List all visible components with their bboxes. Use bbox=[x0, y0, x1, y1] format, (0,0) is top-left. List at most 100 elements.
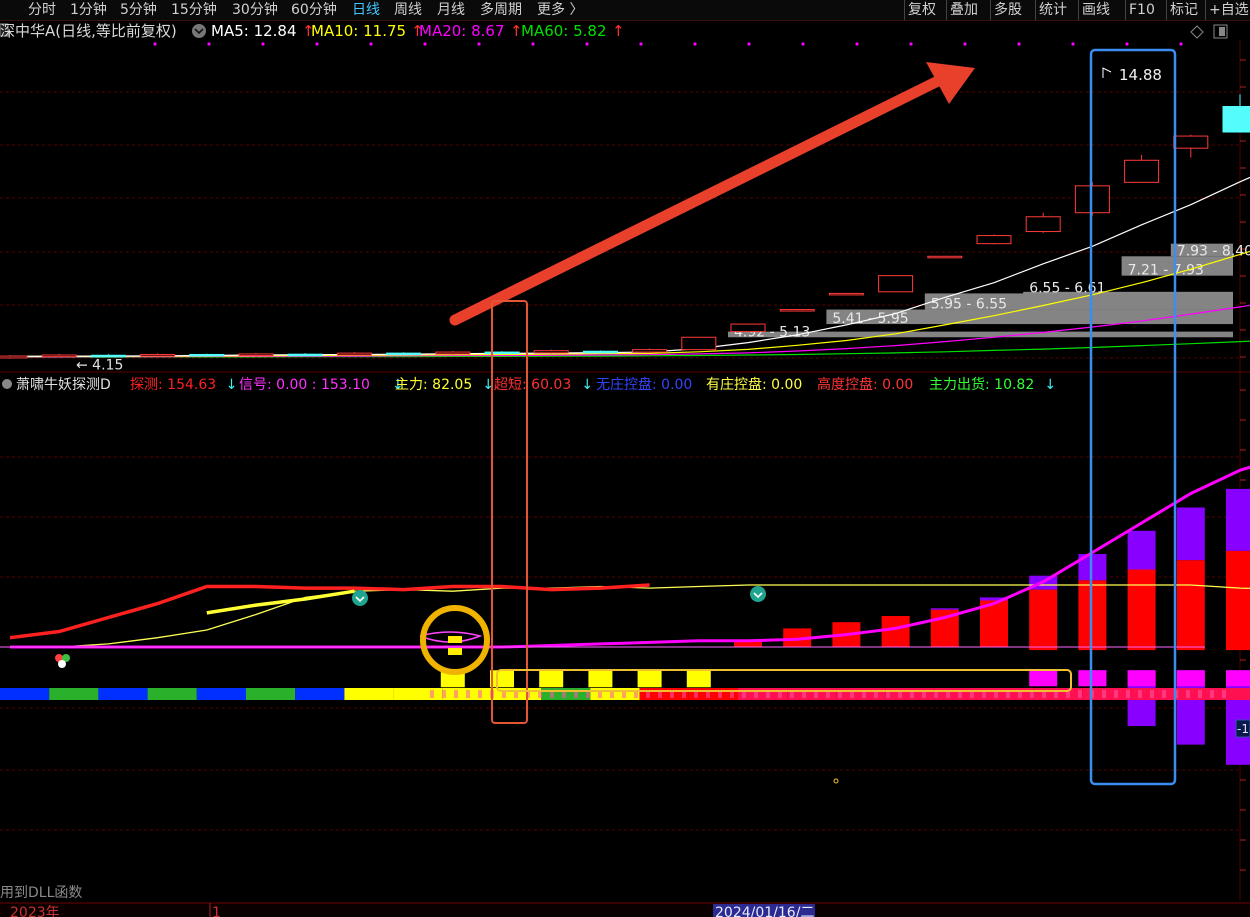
strip-tick bbox=[1150, 690, 1154, 698]
status-strip-cell bbox=[196, 688, 246, 700]
candle bbox=[140, 353, 176, 357]
cluster-dot-icon bbox=[58, 660, 66, 668]
marker-dot bbox=[153, 42, 157, 46]
marker-dot bbox=[315, 42, 319, 46]
indicator-bar-mid bbox=[1078, 580, 1107, 651]
indicator-bar-yellow bbox=[588, 670, 613, 688]
status-strip-cell bbox=[98, 688, 148, 700]
indicator-value-3: 超短: 60.03 bbox=[494, 377, 571, 393]
strip-tick bbox=[1126, 690, 1130, 698]
candle bbox=[435, 351, 471, 355]
marker-dot bbox=[1125, 42, 1129, 46]
gap-label: 5.95 - 6.55 bbox=[931, 297, 1007, 313]
candle bbox=[336, 352, 372, 356]
indicator-value-6: 高度控盘: 0.00 bbox=[817, 376, 913, 393]
ma-indicator-ma5: MA5: 12.84 bbox=[211, 22, 297, 40]
marker-dot bbox=[693, 42, 697, 46]
strip-tick bbox=[1162, 690, 1166, 698]
indicator-bar-yellow bbox=[637, 670, 662, 688]
candle bbox=[976, 235, 1012, 245]
marker-dot bbox=[261, 42, 265, 46]
indicator-bar-yellow bbox=[686, 670, 711, 688]
marker-dot bbox=[207, 42, 211, 46]
indicator-dot-icon bbox=[2, 379, 12, 389]
trend-arrow-shaft bbox=[449, 74, 946, 326]
indicator-bar-mid bbox=[1176, 560, 1205, 651]
down-arrow-icon: ↓ bbox=[226, 377, 238, 393]
candle bbox=[533, 350, 569, 354]
candle bbox=[927, 255, 963, 259]
candle bbox=[189, 353, 225, 357]
candle bbox=[1173, 135, 1209, 149]
status-strip-cell bbox=[590, 688, 640, 700]
highlight-mark bbox=[448, 636, 462, 643]
indicator-bar-mid bbox=[1226, 550, 1250, 651]
indicator-value-7: 主力出货: 10.82 bbox=[929, 376, 1034, 393]
marker-dot bbox=[477, 42, 481, 46]
indicator-bar-magenta bbox=[1127, 670, 1156, 687]
status-strip-cell bbox=[295, 688, 345, 700]
ma-indicator-ma60: MA60: 5.82 bbox=[521, 22, 607, 40]
marker-dot bbox=[855, 42, 859, 46]
strip-tick bbox=[1138, 690, 1142, 698]
dropdown-icon[interactable] bbox=[192, 24, 206, 38]
strip-tick bbox=[1198, 690, 1202, 698]
status-strip-cell bbox=[393, 688, 443, 700]
strip-tick bbox=[1078, 690, 1082, 698]
flag-icon bbox=[1102, 67, 1112, 78]
diamond-icon[interactable] bbox=[1190, 25, 1204, 39]
indicator-bar-mid bbox=[1029, 589, 1058, 651]
status-strip-cell bbox=[147, 688, 197, 700]
orange-annotation-box bbox=[491, 300, 528, 724]
candle bbox=[779, 309, 815, 312]
indicator-bar-yellow bbox=[490, 670, 514, 688]
strip-tick bbox=[478, 690, 482, 698]
status-strip-cell bbox=[49, 688, 99, 700]
strip-tick bbox=[1114, 690, 1118, 698]
marker-dot bbox=[909, 42, 913, 46]
tanche-line bbox=[9, 583, 650, 640]
teal-marker-icon bbox=[750, 586, 766, 602]
candle bbox=[386, 352, 422, 356]
strip-tick bbox=[430, 690, 434, 698]
zhuli-segment bbox=[206, 589, 355, 615]
teal-marker-icon bbox=[352, 590, 368, 606]
indicator-bar-yellow bbox=[539, 670, 564, 688]
marker-dot bbox=[423, 42, 427, 46]
indicator-bar-mid bbox=[881, 616, 910, 647]
down-arrow-icon: ↓ bbox=[1044, 377, 1056, 393]
indicator-value-5: 有庄控盘: 0.00 bbox=[706, 376, 802, 393]
indicator-bar-top bbox=[1226, 488, 1250, 551]
candle bbox=[0, 355, 28, 359]
high-price-label: 14.88 bbox=[1119, 66, 1162, 84]
candle bbox=[484, 351, 520, 355]
strip-tick bbox=[1102, 690, 1106, 698]
indicator-value-2: 主力: 82.05 bbox=[395, 377, 472, 393]
signal-line bbox=[10, 465, 1250, 649]
candle bbox=[681, 336, 717, 351]
candle bbox=[41, 354, 77, 358]
marker-dot bbox=[747, 42, 751, 46]
low-price-label: ← 4.15 bbox=[76, 357, 123, 373]
mid-label: 1 bbox=[212, 905, 221, 917]
status-strip-cell bbox=[836, 688, 886, 700]
indicator-bar-magenta bbox=[1029, 670, 1058, 687]
baseline-yellow-line bbox=[10, 584, 1250, 648]
candle bbox=[1074, 185, 1110, 214]
indicator-value-1: 信号: 0.00 : 153.10 bbox=[239, 377, 370, 393]
indicator-bar-top bbox=[1176, 507, 1205, 561]
chart-canvas: 深中华A(日线,等比前复权) MA5: 12.84 ↑MA10: 11.75 ↑MA2… bbox=[0, 22, 1250, 917]
marker-dot bbox=[1071, 42, 1075, 46]
yellow-annotation-box bbox=[496, 669, 1072, 692]
indicator-bar-magenta bbox=[1078, 670, 1107, 687]
indicator-bar-top bbox=[930, 608, 959, 610]
year-label: 2023年 bbox=[10, 905, 60, 917]
candle bbox=[828, 292, 864, 296]
candle bbox=[582, 350, 618, 354]
marker-dot bbox=[801, 42, 805, 46]
indicator-bar-magenta bbox=[1176, 670, 1205, 687]
strip-tick bbox=[466, 690, 470, 698]
indicator-bar-magenta bbox=[1226, 670, 1250, 687]
indicator-value-4: 无庄控盘: 0.00 bbox=[596, 376, 692, 393]
strip-tick bbox=[1222, 690, 1226, 698]
